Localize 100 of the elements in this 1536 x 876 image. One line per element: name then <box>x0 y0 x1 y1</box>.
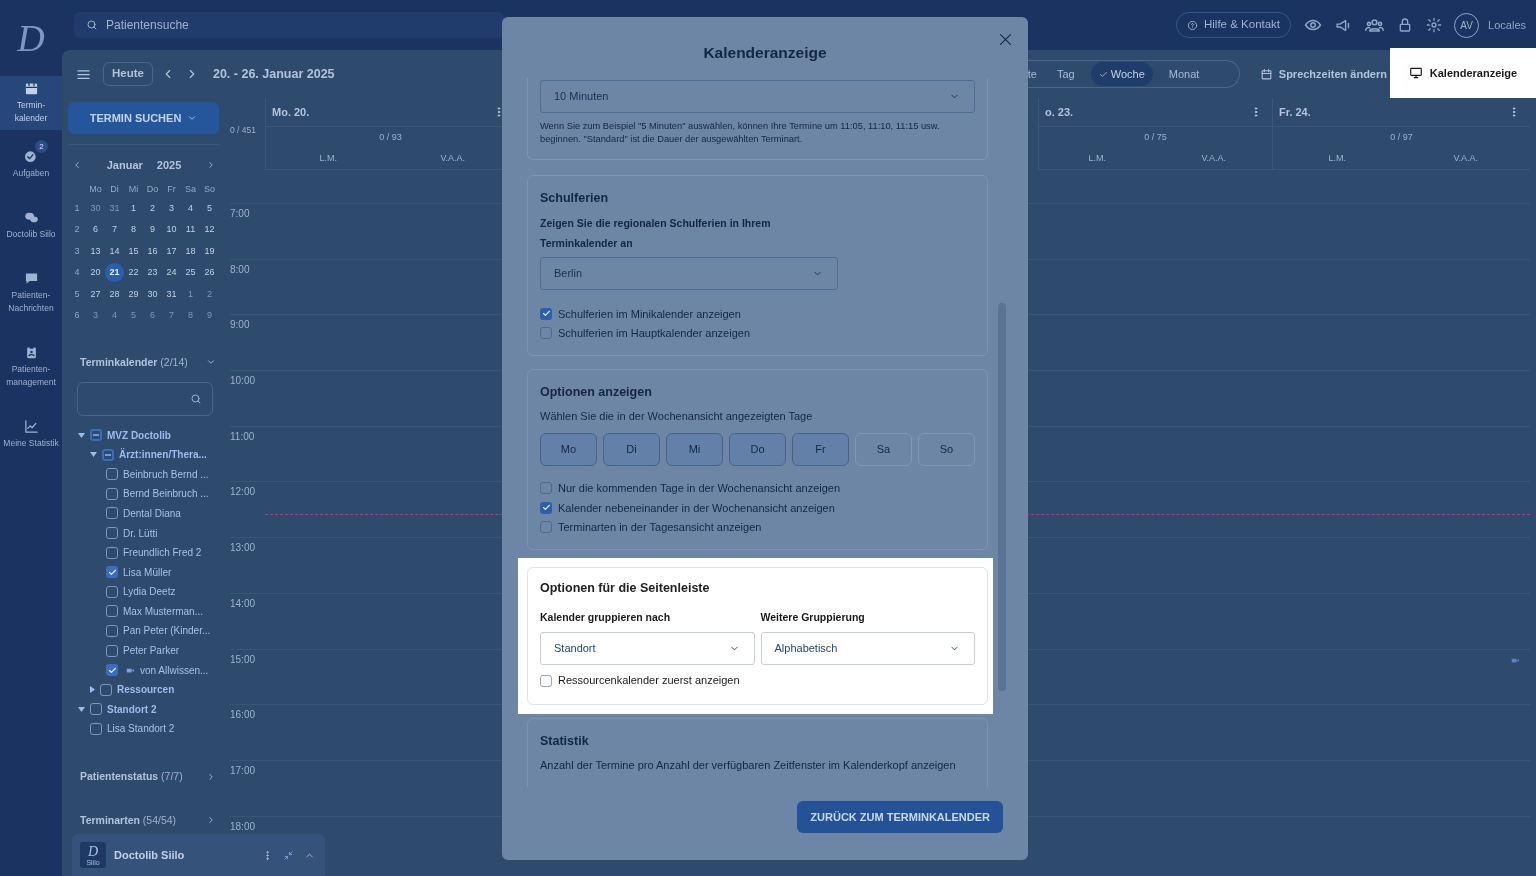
calendar-day[interactable]: 1 <box>181 284 200 304</box>
checkbox[interactable] <box>106 487 118 500</box>
calendar-day[interactable]: 5 <box>200 198 219 218</box>
calendar-day[interactable]: 20 <box>86 263 105 282</box>
checkbox[interactable] <box>106 605 118 618</box>
calendar-name[interactable]: Freundlich Fred 2 <box>123 545 202 561</box>
calendar-day[interactable]: 16 <box>143 241 162 261</box>
select-field[interactable]: Standort <box>540 631 755 665</box>
calendar-day[interactable]: 27 <box>86 284 105 304</box>
weekday-toggle[interactable]: Mi <box>666 432 723 466</box>
checkbox[interactable] <box>106 468 118 481</box>
calendar-day[interactable]: 21 <box>105 263 124 282</box>
calendar-name[interactable]: Ärzt:innen/Thera... <box>119 447 207 463</box>
calendar-day[interactable]: 4 <box>105 306 124 325</box>
close-icon[interactable] <box>997 31 1014 48</box>
calendar-day[interactable]: 6 <box>143 306 162 325</box>
checkbox[interactable] <box>540 307 552 320</box>
calendar-day[interactable]: 15 <box>124 241 143 261</box>
calendar-name[interactable]: MVZ Doctolib <box>107 427 171 443</box>
select-field[interactable]: Berlin <box>540 257 838 290</box>
day-header[interactable]: o. 23. <box>1045 103 1074 121</box>
section-title[interactable]: Terminkalender (2/14) <box>80 354 188 371</box>
calendar-search-field[interactable] <box>77 382 213 417</box>
calendar-day[interactable]: 25 <box>181 263 200 282</box>
checkbox[interactable] <box>106 507 118 520</box>
checkbox[interactable] <box>106 644 118 657</box>
calendar-day[interactable]: 2 <box>200 284 219 304</box>
checkbox-label[interactable]: Nur die kommenden Tage in der Wochenansicht anzeigen <box>558 480 841 497</box>
caret-down-icon[interactable] <box>90 452 97 458</box>
calendar-name[interactable]: von Allwissen... <box>140 662 209 678</box>
calendar-day[interactable]: 6 <box>86 220 105 239</box>
calendar-day[interactable]: 8 <box>124 220 143 239</box>
checkbox-label[interactable]: Terminarten in der Tagesansicht anzeigen <box>558 519 762 536</box>
back-button[interactable]: ZURÜCK ZUM TERMINKALENDER <box>797 801 1003 833</box>
calendar-name[interactable]: Lisa Müller <box>123 564 172 580</box>
weekday-toggle[interactable]: So <box>918 432 975 466</box>
calendar-day[interactable]: 9 <box>200 306 219 325</box>
calendar-day[interactable]: 30 <box>143 284 162 304</box>
collapse-icon[interactable] <box>283 849 294 861</box>
calendar-name[interactable]: Lisa Standort 2 <box>107 721 175 737</box>
checkbox[interactable] <box>540 674 552 687</box>
calendar-name[interactable]: Dental Diana <box>123 505 181 521</box>
calendar-name[interactable]: Ressourcen <box>117 682 175 698</box>
calendar-day[interactable]: 19 <box>200 241 219 261</box>
nav-item[interactable]: Termin- kalender <box>0 76 62 130</box>
section-title[interactable]: Terminarten (54/54) <box>80 812 177 829</box>
search-field[interactable]: Patientensuche <box>74 12 504 38</box>
calendar-day[interactable]: 1 <box>124 198 143 218</box>
locale-label[interactable]: Locales <box>1488 16 1526 34</box>
calendar-day[interactable]: 29 <box>124 284 143 304</box>
weekday-toggle[interactable]: Di <box>603 432 660 466</box>
checkbox[interactable] <box>100 683 112 696</box>
caret-down-icon[interactable] <box>78 706 85 712</box>
calendar-day[interactable]: 10 <box>162 220 181 239</box>
checkbox-label[interactable]: Schulferien im Minikalender anzeigen <box>558 305 741 322</box>
calendar-name[interactable]: Lydia Deetz <box>123 584 176 600</box>
next-month-icon[interactable] <box>206 160 216 171</box>
office-hours-button[interactable]: Sprechzeiten ändern <box>1259 65 1387 83</box>
find-appointment-button[interactable]: TERMIN SUCHEN <box>68 102 219 134</box>
calendar-day[interactable]: 7 <box>162 306 181 325</box>
display-settings-button[interactable]: Kalenderanzeige <box>1390 48 1536 98</box>
checkbox[interactable] <box>540 482 552 495</box>
checkbox[interactable] <box>106 664 118 677</box>
chevron-right-icon[interactable] <box>206 771 216 782</box>
calendar-day[interactable]: 28 <box>105 284 124 304</box>
calendar-day[interactable]: 5 <box>124 306 143 325</box>
calendar-name[interactable]: Max Musterman... <box>123 603 204 619</box>
checkbox-label[interactable]: Ressourcenkalender zuerst anzeigen <box>558 672 740 689</box>
select-field[interactable]: Alphabetisch <box>760 631 975 665</box>
logo[interactable]: D <box>17 0 45 76</box>
weekday-toggle[interactable]: Do <box>729 432 786 466</box>
calendar-day[interactable]: 30 <box>86 198 105 218</box>
nav-item[interactable]: Meine Statistik <box>0 415 62 454</box>
calendar-day[interactable]: 14 <box>105 241 124 261</box>
checkbox[interactable] <box>540 501 552 514</box>
calendar-day[interactable]: 11 <box>181 220 200 239</box>
section-title[interactable]: Patientenstatus (7/7) <box>80 768 183 785</box>
weekday-toggle[interactable]: Mo <box>540 432 597 466</box>
calendar-name[interactable]: Bernd Beinbruch ... <box>123 486 209 502</box>
checkbox[interactable] <box>540 521 552 534</box>
checkbox[interactable] <box>106 527 118 539</box>
view-tab[interactable]: Monat <box>1158 62 1210 86</box>
calendar-day[interactable]: 31 <box>162 284 181 304</box>
calendar-day[interactable]: 13 <box>86 241 105 261</box>
calendar-day[interactable]: 9 <box>143 220 162 239</box>
checkbox[interactable] <box>90 429 102 442</box>
view-tab[interactable]: te <box>1017 62 1047 86</box>
checkbox-label[interactable]: Schulferien im Hauptkalender anzeigen <box>558 325 750 342</box>
calendar-name[interactable]: Dr. Lütti <box>123 525 158 541</box>
checkbox[interactable] <box>102 448 114 461</box>
select-field[interactable]: 10 Minuten <box>540 80 975 113</box>
year-label[interactable]: 2025 <box>156 157 182 174</box>
calendar-name[interactable]: Peter Parker <box>123 643 180 659</box>
nav-item[interactable]: Patienten- management <box>0 341 62 393</box>
calendar-day[interactable]: 8 <box>181 306 200 325</box>
calendar-day[interactable]: 18 <box>181 241 200 261</box>
calendar-day[interactable]: 23 <box>143 263 162 282</box>
checkbox[interactable] <box>106 585 118 598</box>
calendar-day[interactable]: 3 <box>86 306 105 325</box>
checkbox[interactable] <box>90 703 102 716</box>
